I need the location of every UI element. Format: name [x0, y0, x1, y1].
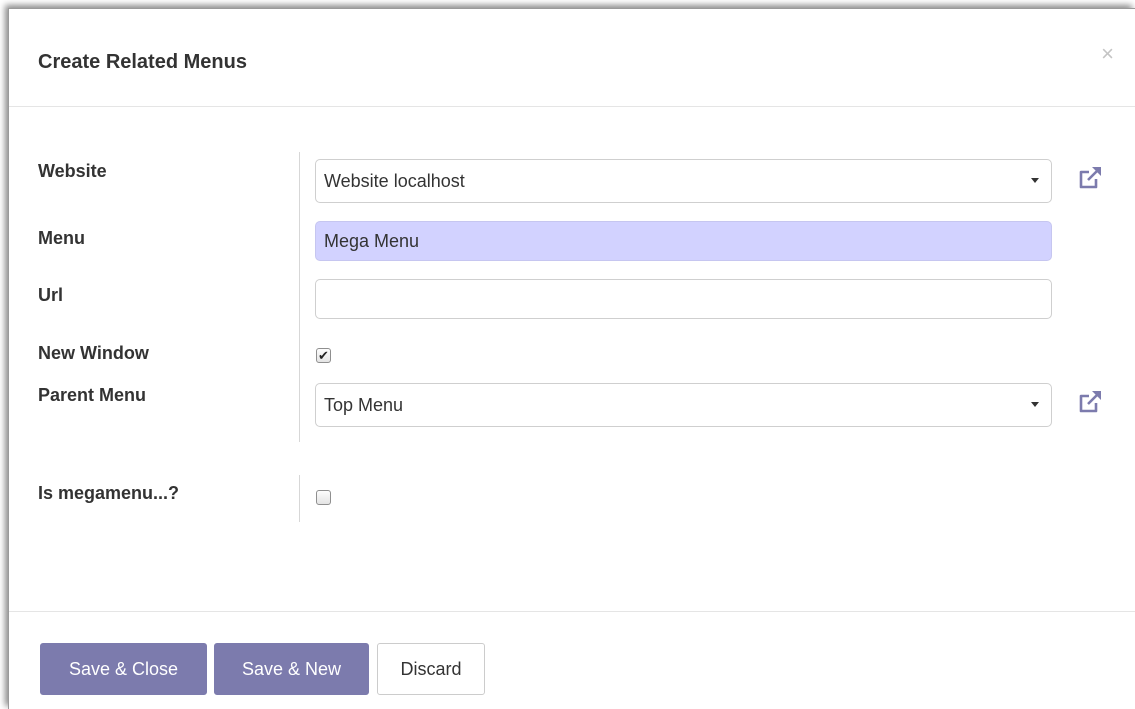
save-new-button[interactable]: Save & New	[214, 643, 369, 695]
caret-down-icon	[1031, 402, 1039, 407]
dialog-footer: Save & Close Save & New Discard	[9, 611, 1135, 709]
website-select-value: Website localhost	[324, 170, 465, 191]
caret-down-icon	[1031, 178, 1039, 183]
parent-menu-select-value: Top Menu	[324, 394, 404, 415]
website-select[interactable]: Website localhost	[315, 159, 1052, 203]
screen: Create Related Menus × Website Website l…	[0, 0, 1135, 709]
dialog-header: Create Related Menus ×	[9, 9, 1135, 107]
external-link-icon[interactable]	[1074, 162, 1106, 194]
checkmark-icon: ✔	[318, 348, 329, 363]
is-megamenu-label: Is megamenu...?	[38, 483, 180, 503]
discard-button[interactable]: Discard	[377, 643, 485, 695]
menu-input[interactable]: Mega Menu	[315, 221, 1052, 261]
url-label: Url	[38, 285, 64, 305]
url-input[interactable]	[315, 279, 1052, 319]
label-divider	[299, 152, 300, 442]
close-icon[interactable]: ×	[1101, 43, 1114, 65]
parent-menu-label: Parent Menu	[38, 385, 147, 405]
website-label: Website	[38, 161, 107, 181]
menu-input-value: Mega Menu	[324, 230, 420, 251]
external-link-icon[interactable]	[1074, 386, 1106, 418]
save-close-button[interactable]: Save & Close	[40, 643, 207, 695]
create-related-menus-dialog: Create Related Menus × Website Website l…	[8, 8, 1135, 709]
new-window-label: New Window	[38, 343, 149, 363]
new-window-checkbox[interactable]: ✔	[316, 348, 331, 363]
is-megamenu-checkbox[interactable]	[316, 490, 331, 505]
dialog-title: Create Related Menus	[38, 51, 247, 73]
menu-label: Menu	[38, 228, 85, 248]
label-divider	[299, 475, 300, 522]
parent-menu-select[interactable]: Top Menu	[315, 383, 1052, 427]
